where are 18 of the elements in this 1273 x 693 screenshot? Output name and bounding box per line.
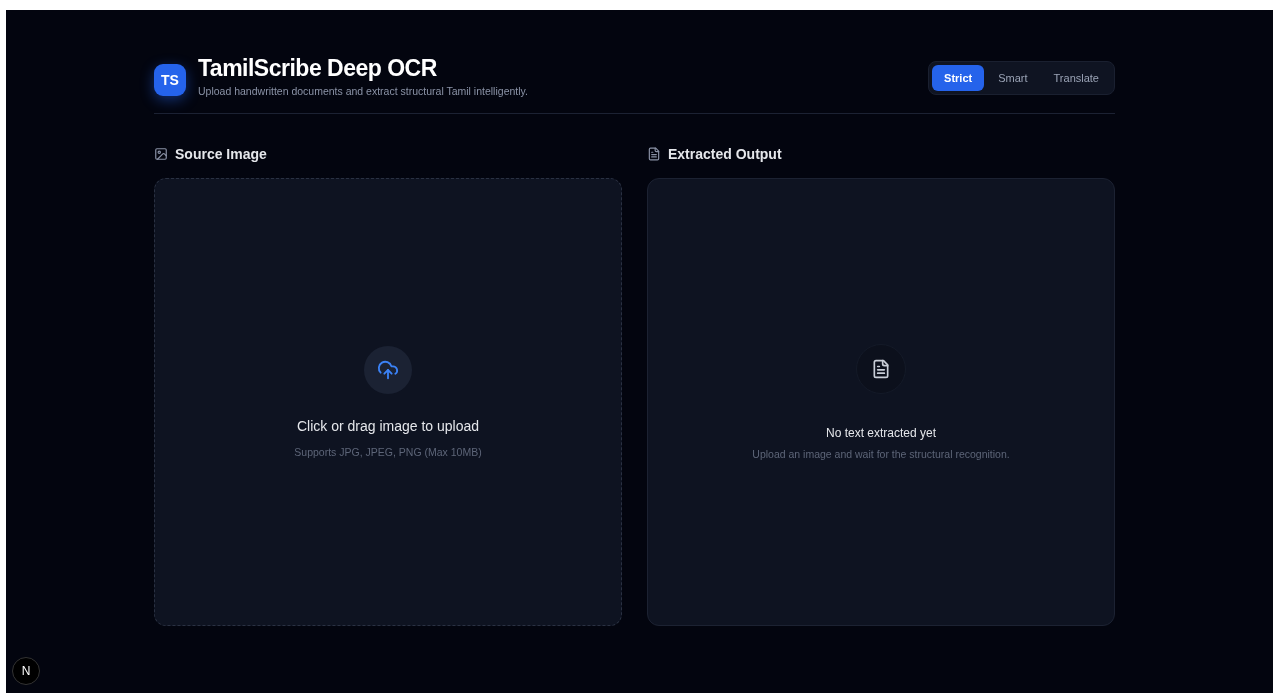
app-title: TamilScribe Deep OCR bbox=[198, 55, 438, 82]
empty-message: Click or drag image to upload bbox=[296, 418, 480, 434]
document-icon bbox=[647, 147, 661, 161]
upload-dropzone[interactable]: Click or drag image to upload Supports JPG, JPEG, PNG (Max 10MB) bbox=[154, 178, 622, 626]
empty-message: No text extracted yet bbox=[825, 426, 937, 440]
mode-tab[interactable]: Translate bbox=[1041, 65, 1111, 91]
section-title: Extracted Output bbox=[668, 146, 782, 162]
app-subtitle: Upload handwritten documents and extract structural Tamil intelligently. bbox=[198, 85, 528, 97]
section-title: Source Image bbox=[175, 146, 267, 162]
mode-tab[interactable]: Smart bbox=[986, 65, 1040, 91]
dev-badge[interactable]: N bbox=[12, 657, 40, 685]
upload-icon bbox=[377, 359, 399, 381]
empty-hint: Supports JPG, JPEG, PNG (Max 10MB) bbox=[294, 446, 482, 458]
document-icon bbox=[871, 359, 891, 379]
empty-hint: Upload an image and wait for the structural recognition. bbox=[752, 448, 1010, 460]
app-logo: TS bbox=[154, 64, 186, 96]
mode-tab[interactable]: Strict bbox=[932, 65, 985, 91]
image-icon bbox=[154, 147, 168, 161]
